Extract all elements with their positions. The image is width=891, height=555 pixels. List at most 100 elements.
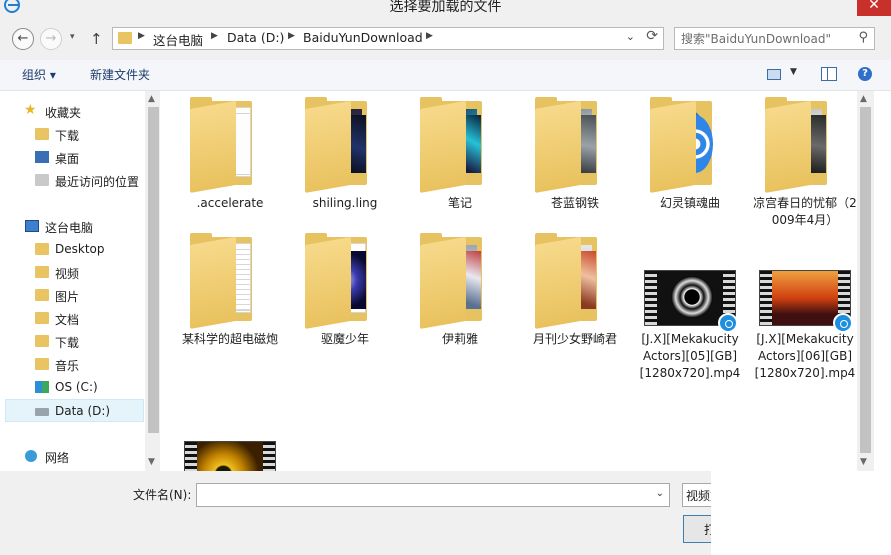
folder-icon (35, 243, 49, 255)
sidebar-item-drive-c[interactable]: OS (C:) (0, 376, 145, 399)
item-label: 笔记 (447, 196, 472, 210)
sidebar-item-desktop-folder[interactable]: Desktop (0, 238, 145, 261)
breadcrumb-separator-icon[interactable]: ▶ (426, 31, 433, 41)
folder-item[interactable]: 月刊少女野崎君 (522, 233, 628, 363)
folder-item[interactable]: 伊莉雅 (407, 233, 513, 363)
scroll-down-icon[interactable]: ▼ (860, 457, 867, 467)
sidebar-item-label: 桌面 (55, 152, 80, 166)
sidebar-item-label: 收藏夹 (45, 106, 82, 120)
filename-input[interactable]: ⌄ (196, 483, 670, 507)
sidebar-item-label: 音乐 (55, 359, 80, 373)
sidebar-item-favorites[interactable]: ★ 收藏夹 (0, 100, 145, 123)
content-scrollbar[interactable]: ▲ ▼ (857, 91, 874, 471)
sidebar-item-this-pc[interactable]: 这台电脑 (0, 215, 145, 238)
sidebar-item-videos[interactable]: 视频 (0, 261, 145, 284)
folder-item[interactable]: 驱魔少年 (292, 233, 398, 363)
breadcrumb-separator-icon[interactable]: ▶ (138, 31, 145, 41)
item-label: [J.X][Mekakucity Actors][06][GB][1280x72… (754, 332, 856, 380)
folder-item[interactable]: shiling.ling (292, 97, 398, 217)
breadcrumb-baiduyundownload[interactable]: BaiduYunDownload (303, 30, 423, 45)
item-label: 苍蓝钢铁 (550, 196, 599, 210)
search-input[interactable] (681, 30, 849, 47)
sidebar-item-label: 图片 (55, 290, 80, 304)
video-file-item[interactable]: [J.X][Mekakucity Actors][06][GB][1280x72… (752, 233, 858, 403)
item-label: 凉宫春日的忧郁（2009年4月） (753, 196, 857, 227)
address-bar[interactable]: ▶ 这台电脑 ▶ Data (D:) ▶ BaiduYunDownload ▶ … (112, 27, 664, 50)
view-icon[interactable] (767, 69, 781, 80)
sidebar-item-desktop[interactable]: 桌面 (0, 146, 145, 169)
scroll-thumb[interactable] (860, 107, 871, 453)
search-icon[interactable]: ⚲ (858, 30, 868, 45)
view-dropdown-icon[interactable]: ▼ (790, 67, 797, 77)
pictures-folder-icon (35, 289, 49, 301)
file-list: .accelerate shiling.ling 笔记 苍蓝钢铁 幻灵镇魂曲 凉… (160, 91, 874, 471)
forward-button[interactable]: → (40, 28, 62, 50)
navigation-bar: ← → ▾ ↑ ▶ 这台电脑 ▶ Data (D:) ▶ BaiduYunDow… (0, 18, 891, 60)
new-folder-button[interactable]: 新建文件夹 (90, 66, 150, 83)
back-button[interactable]: ← (12, 28, 34, 50)
sidebar-item-recent-places[interactable]: 最近访问的位置 (0, 169, 145, 192)
os-drive-icon (35, 381, 49, 393)
media-player-badge-icon (833, 313, 853, 333)
preview-pane-icon[interactable] (821, 67, 837, 81)
navigation-pane: ★ 收藏夹 下载 桌面 最近访问的位置 这台电脑 Desktop 视频 图片 文… (0, 91, 162, 471)
folder-icon (118, 32, 132, 44)
download-folder-icon (35, 128, 49, 140)
sidebar-item-music[interactable]: 音乐 (0, 353, 145, 376)
help-icon[interactable]: ? (858, 67, 872, 81)
documents-folder-icon (35, 312, 49, 324)
sidebar-item-label: 网络 (45, 451, 70, 465)
filename-label: 文件名(N): (133, 488, 192, 502)
video-file-item[interactable]: [J.X][Mekakucity Actors][05][GB][1280x72… (637, 233, 743, 403)
scroll-up-icon[interactable]: ▲ (148, 94, 155, 104)
folder-item[interactable]: 凉宫春日的忧郁（2009年4月） (752, 97, 858, 237)
item-label: 某科学的超电磁炮 (181, 332, 278, 346)
item-label: 驱魔少年 (320, 332, 369, 346)
sidebar-item-downloads-pc[interactable]: 下载 (0, 330, 145, 353)
download-folder-icon (35, 335, 49, 347)
sidebar-item-label: 最近访问的位置 (55, 175, 140, 189)
sidebar-item-pictures[interactable]: 图片 (0, 284, 145, 307)
sidebar-item-drive-d[interactable]: Data (D:) (5, 399, 144, 422)
sidebar-item-label: Data (D:) (55, 404, 111, 418)
folder-item[interactable]: 笔记 (407, 97, 513, 217)
sidebar-item-downloads[interactable]: 下载 (0, 123, 145, 146)
up-button[interactable]: ↑ (90, 30, 103, 48)
sidebar-item-label: Desktop (55, 242, 105, 256)
title-bar: 选择要加载的文件 ✕ (0, 0, 891, 18)
command-toolbar: 组织 ▾ 新建文件夹 ▼ ? (0, 60, 891, 91)
computer-icon (25, 220, 39, 232)
network-icon (25, 450, 37, 462)
breadcrumb-separator-icon[interactable]: ▶ (211, 31, 218, 41)
breadcrumb-data-drive[interactable]: Data (D:) (227, 30, 284, 45)
videos-folder-icon (35, 266, 49, 278)
filename-dropdown-icon[interactable]: ⌄ (656, 488, 664, 499)
video-file-item[interactable] (177, 441, 283, 471)
item-label: 伊莉雅 (441, 332, 478, 346)
recent-locations-dropdown[interactable]: ▾ (70, 32, 75, 42)
folder-item[interactable]: 苍蓝钢铁 (522, 97, 628, 217)
scroll-down-icon[interactable]: ▼ (148, 457, 155, 467)
sidebar-item-label: 文档 (55, 313, 80, 327)
scroll-thumb[interactable] (148, 107, 159, 433)
scroll-up-icon[interactable]: ▲ (860, 94, 867, 104)
close-button[interactable]: ✕ (857, 0, 891, 16)
sidebar-item-network[interactable]: 网络 (0, 445, 145, 468)
item-label: 幻灵镇魂曲 (659, 196, 720, 210)
folder-item[interactable]: .accelerate (177, 97, 283, 217)
folder-item[interactable]: 某科学的超电磁炮 (177, 233, 283, 363)
item-label: 月刊少女野崎君 (532, 332, 617, 346)
search-box[interactable]: ⚲ (674, 27, 875, 50)
refresh-icon[interactable]: ⟳ (646, 28, 658, 44)
sidebar-item-documents[interactable]: 文档 (0, 307, 145, 330)
sidebar-item-label: 下载 (55, 336, 80, 350)
folder-item[interactable]: 幻灵镇魂曲 (637, 97, 743, 217)
breadcrumb-this-pc[interactable]: 这台电脑 (153, 30, 203, 49)
address-dropdown-icon[interactable]: ⌄ (626, 30, 635, 43)
video-thumbnail (184, 441, 276, 471)
organize-menu[interactable]: 组织 ▾ (22, 66, 56, 83)
white-overlay-region (711, 471, 891, 555)
sidebar-item-label: 这台电脑 (45, 221, 94, 235)
item-label: .accelerate (196, 196, 264, 210)
breadcrumb-separator-icon[interactable]: ▶ (288, 31, 295, 41)
